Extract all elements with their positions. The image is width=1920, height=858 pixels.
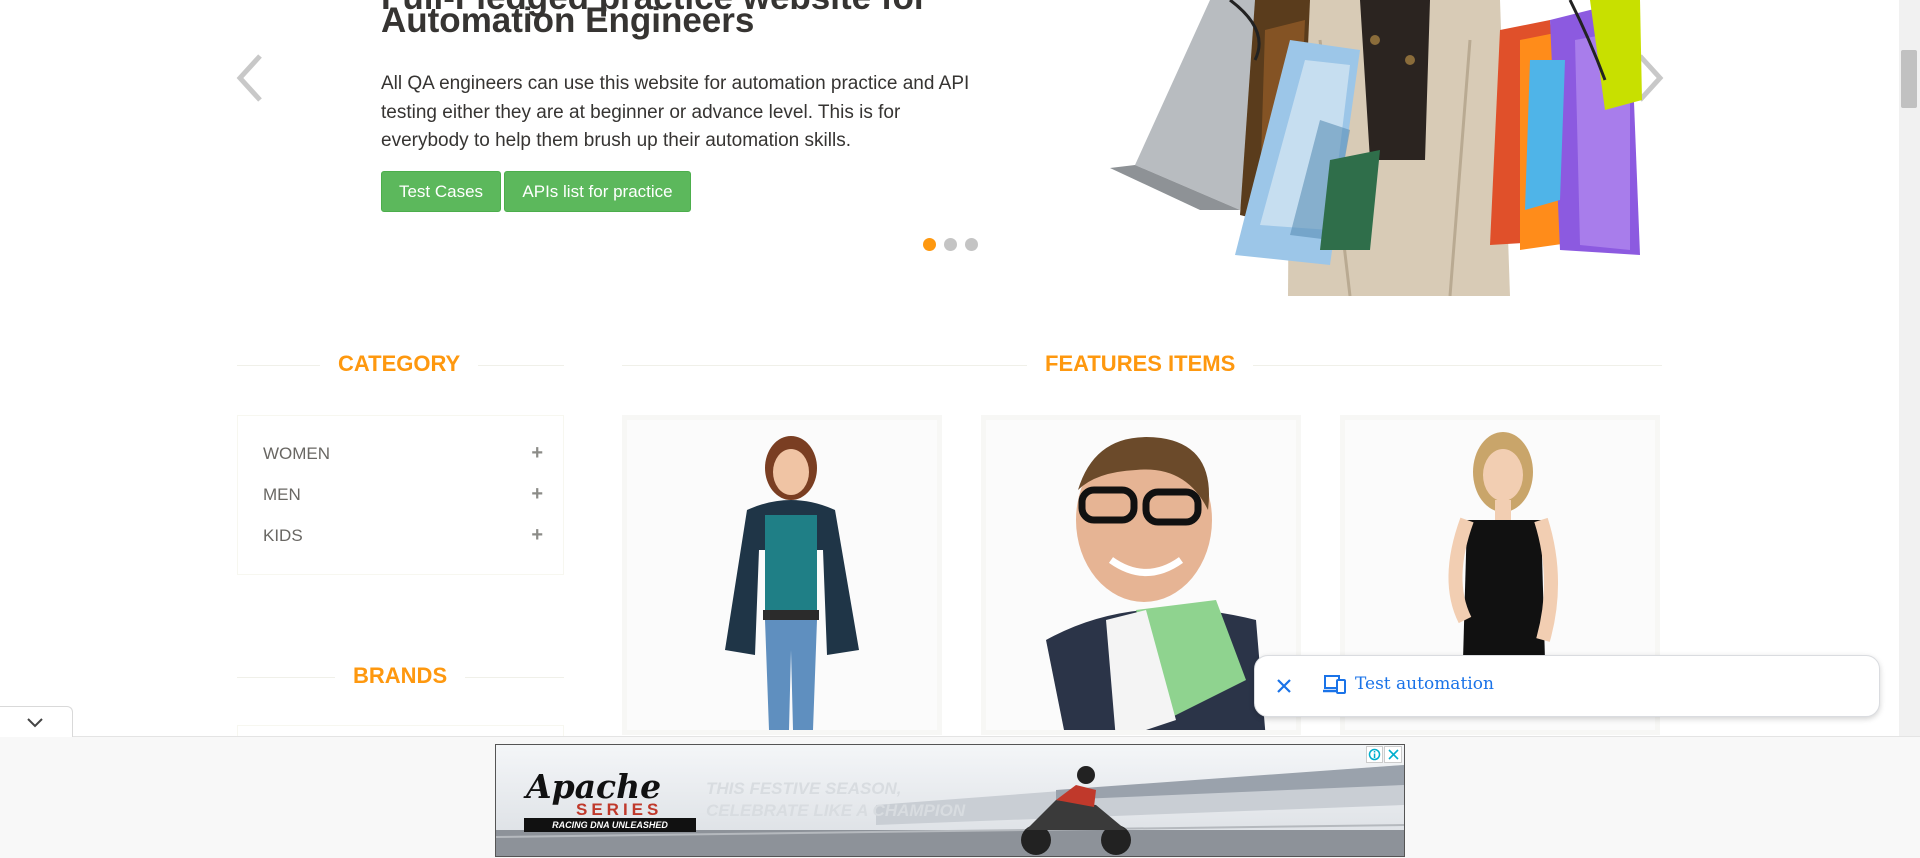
ad-banner[interactable]: Apache SERIES RACING DNA UNLEASHED THIS … [495,744,1405,857]
slider-shopping-image [1030,0,1670,296]
slider-indicators [923,238,978,251]
category-item-label: KIDS [263,525,303,545]
product-card[interactable] [622,415,942,735]
category-item-label: WOMEN [263,443,331,463]
product-image [986,420,1296,730]
devices-icon [1323,675,1346,694]
ad-collapse-tab[interactable] [0,706,73,737]
test-automation-popup: Test automation [1254,655,1880,717]
slide-title: Automation Engineers [381,1,755,40]
ad-headline: THIS FESTIVE SEASON, CELEBRATE LIKE A CH… [706,779,966,820]
apis-list-button[interactable]: APIs list for practice [504,171,691,212]
popup-link[interactable]: Test automation [1355,674,1494,694]
category-item-kids[interactable]: KIDS + [263,524,543,547]
page-scrollbar[interactable] [1899,0,1920,736]
slider-dot[interactable] [923,238,936,251]
plus-icon[interactable]: + [531,524,543,547]
ad-series-label: SERIES [576,800,663,819]
scrollbar-thumb[interactable] [1901,50,1917,108]
plus-icon[interactable]: + [531,483,543,506]
product-image [627,420,937,730]
brands-panel [237,725,564,736]
close-ad-icon[interactable] [1384,746,1402,763]
close-icon[interactable] [1275,677,1293,695]
product-card[interactable] [981,415,1301,735]
category-panel: WOMEN + MEN + KIDS + [237,415,564,575]
adchoices-icon[interactable] [1366,746,1383,763]
ad-tagline: RACING DNA UNLEASHED [524,818,696,832]
brands-title: BRANDS [335,663,466,689]
slide-description: All QA engineers can use this website fo… [381,73,970,151]
category-item-women[interactable]: WOMEN + [263,442,543,465]
features-title: FEATURES ITEMS [1027,351,1254,377]
slider-dot[interactable] [944,238,957,251]
chevron-down-icon [27,718,43,728]
category-item-men[interactable]: MEN + [263,483,543,506]
plus-icon[interactable]: + [531,442,543,465]
category-title: CATEGORY [320,351,479,377]
slider-prev-icon[interactable] [232,48,272,108]
category-item-label: MEN [263,484,301,504]
test-cases-button[interactable]: Test Cases [381,171,501,212]
slider-dot[interactable] [965,238,978,251]
